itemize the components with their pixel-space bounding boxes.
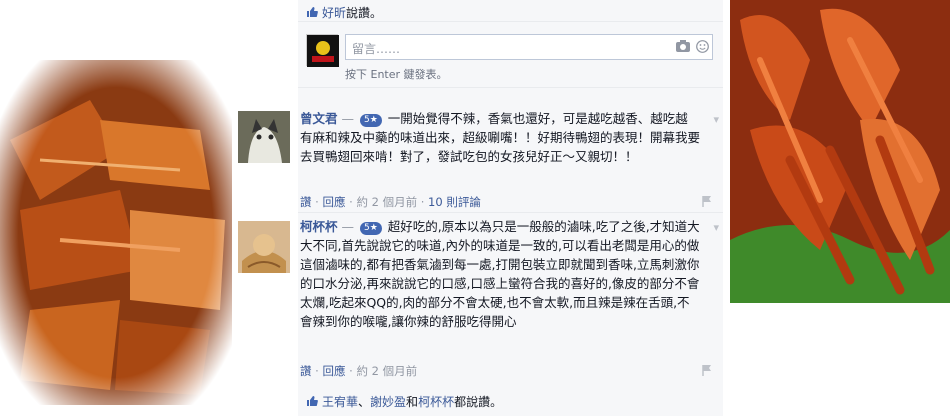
like-suffix: 都說讚。 [454, 394, 503, 409]
liker-name[interactable]: 謝妙盈 [370, 395, 406, 409]
chevron-down-icon[interactable]: ▾ [713, 113, 719, 126]
comments-panel: 好昕說讚。 留言…… 按下 Enter 鍵發表。 曾文君 — 5★ 一開始覺得不… [238, 0, 723, 416]
rating-badge: 5★ [359, 114, 382, 127]
comment-count-link[interactable]: 10 則評論 [428, 195, 481, 209]
reply-link[interactable]: 回應 [322, 364, 345, 378]
comment-author[interactable]: 曾文君 [300, 111, 338, 126]
comment-item: 柯杯杯 — 5★ 超好吃的,原本以為只是一般般的滷味,吃了之後,才知道大大不同,… [238, 213, 723, 383]
name-separator: 和 [406, 394, 419, 409]
comment-composer: 留言…… 按下 Enter 鍵發表。 [298, 26, 723, 88]
comment-item: 曾文君 — 5★ 一開始覺得不辣，香氣也還好，可是越吃越香、越吃越有麻和辣及中藥… [238, 105, 723, 213]
food-photo-right [730, 0, 950, 303]
flag-icon[interactable] [701, 364, 713, 376]
liker-name[interactable]: 王宥華 [322, 395, 358, 409]
camera-icon[interactable] [676, 40, 690, 52]
liker-name[interactable]: 柯杯杯 [418, 395, 454, 409]
top-like-summary: 好昕說讚。 [298, 0, 723, 22]
like-link[interactable]: 讚 [300, 364, 312, 378]
comment-author[interactable]: 柯杯杯 [300, 219, 338, 234]
name-separator: 、 [358, 394, 371, 409]
comment-time[interactable]: 約 2 個月前 [356, 364, 417, 378]
flag-icon[interactable] [701, 195, 713, 207]
smiley-icon[interactable] [696, 40, 709, 53]
composer-hint: 按下 Enter 鍵發表。 [345, 68, 448, 81]
commenter-avatar[interactable] [238, 111, 290, 163]
chevron-down-icon[interactable]: ▾ [713, 221, 719, 234]
rating-badge: 5★ [359, 222, 382, 235]
like-link[interactable]: 讚 [300, 195, 312, 209]
comment-input[interactable]: 留言…… [345, 34, 713, 60]
top-like-suffix: 說讚。 [346, 5, 383, 20]
comment-time[interactable]: 約 2 個月前 [356, 195, 417, 209]
composer-avatar [306, 34, 339, 67]
commenter-avatar[interactable] [238, 221, 290, 273]
top-like-name[interactable]: 好昕 [322, 6, 346, 20]
food-photo-left [0, 60, 232, 405]
thumbs-up-icon [307, 396, 318, 406]
bottom-like-summary: 王宥華、謝妙盈和柯杯杯都說讚。 [298, 386, 723, 416]
comment-text: 超好吃的,原本以為只是一般般的滷味,吃了之後,才知道大大不同,首先說說它的味道,… [300, 219, 700, 329]
reply-link[interactable]: 回應 [322, 195, 345, 209]
thumbs-up-icon [307, 7, 318, 17]
